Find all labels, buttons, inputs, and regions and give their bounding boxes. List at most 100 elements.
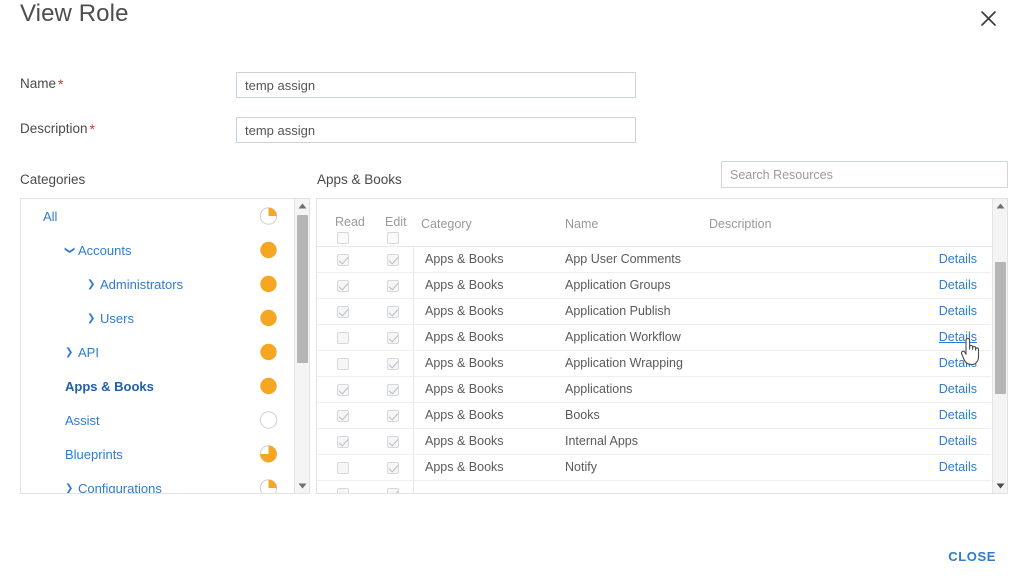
cell-name: Application Wrapping <box>565 356 683 370</box>
category-item-api[interactable]: ❯ API <box>21 335 292 369</box>
required-asterisk: * <box>89 121 95 137</box>
table-row[interactable]: Apps & Books Application Wrapping Details <box>317 351 991 377</box>
table-scroll-up-arrow[interactable] <box>993 199 1007 213</box>
edit-checkbox[interactable] <box>387 384 399 396</box>
cell-name: Application Workflow <box>565 330 681 344</box>
scroll-down-arrow[interactable] <box>295 479 309 493</box>
category-item-blueprints[interactable]: Blueprints <box>21 437 292 471</box>
table-body: Apps & Books App User Comments Details Apps… <box>317 247 991 493</box>
chevron-down-icon[interactable]: ❯ <box>64 246 75 255</box>
read-checkbox[interactable] <box>337 384 349 396</box>
chevron-right-icon[interactable]: ❯ <box>87 279 96 290</box>
column-header-edit: Edit <box>385 215 407 229</box>
details-link[interactable]: Details <box>939 278 977 292</box>
table-row[interactable]: Apps & Books App User Comments Details <box>317 247 991 273</box>
details-link[interactable]: Details <box>939 408 977 422</box>
cell-name: Internal Apps <box>565 434 638 448</box>
select-all-edit-checkbox[interactable] <box>387 232 399 244</box>
read-checkbox[interactable] <box>337 436 349 448</box>
chevron-right-icon[interactable]: ❯ <box>87 313 96 324</box>
column-divider <box>413 403 414 428</box>
details-link[interactable]: Details <box>939 252 977 266</box>
category-permission-pie-icon <box>259 343 278 362</box>
read-checkbox[interactable] <box>337 254 349 266</box>
required-asterisk: * <box>58 76 64 92</box>
table-scroll-down-arrow[interactable] <box>993 479 1007 493</box>
category-item-users[interactable]: ❯ Users <box>21 301 292 335</box>
scroll-up-arrow[interactable] <box>295 199 309 213</box>
details-link[interactable]: Details <box>939 460 977 474</box>
category-item-label: Apps & Books <box>65 378 154 394</box>
search-input[interactable] <box>721 161 1008 188</box>
cell-category: Apps & Books <box>425 434 504 448</box>
edit-checkbox[interactable] <box>387 488 399 493</box>
edit-checkbox[interactable] <box>387 306 399 318</box>
category-item-all[interactable]: All <box>21 199 292 233</box>
category-item-label: Administrators <box>100 276 184 292</box>
read-checkbox[interactable] <box>337 332 349 344</box>
column-divider <box>413 481 414 493</box>
cell-category: Apps & Books <box>425 252 504 266</box>
column-header-name: Name <box>565 217 599 231</box>
categories-scroll-thumb[interactable] <box>297 215 308 363</box>
category-item-label: Configurations <box>78 480 162 494</box>
read-checkbox[interactable] <box>337 462 349 474</box>
category-permission-pie-icon <box>259 275 278 294</box>
category-item-apps-books[interactable]: Apps & Books <box>21 369 292 403</box>
table-row[interactable]: Apps & Books Books Details <box>317 403 991 429</box>
resources-section-label: Apps & Books <box>317 172 402 187</box>
edit-checkbox[interactable] <box>387 462 399 474</box>
category-item-accounts[interactable]: ❯ Accounts <box>21 233 292 267</box>
form-row-description: Description * <box>0 117 1014 145</box>
cell-name: Application Groups <box>565 278 671 292</box>
category-item-label: Accounts <box>78 242 132 258</box>
cell-category: Apps & Books <box>425 356 504 370</box>
categories-panel: All ❯ Accounts ❯ Administrators ❯ Users ❯ API App… <box>20 198 310 494</box>
read-checkbox[interactable] <box>337 410 349 422</box>
description-label-text: Description <box>20 121 88 136</box>
details-link[interactable]: Details <box>939 330 977 344</box>
select-all-read-checkbox[interactable] <box>337 232 349 244</box>
categories-scrollbar[interactable] <box>294 199 309 493</box>
edit-checkbox[interactable] <box>387 332 399 344</box>
name-input[interactable] <box>236 72 636 98</box>
edit-checkbox[interactable] <box>387 436 399 448</box>
table-row[interactable]: Apps & Books Application Groups Details <box>317 273 991 299</box>
table-row[interactable] <box>317 481 991 493</box>
close-button[interactable]: CLOSE <box>948 549 996 564</box>
categories-list: All ❯ Accounts ❯ Administrators ❯ Users ❯ API App… <box>21 199 292 494</box>
category-item-assist[interactable]: Assist <box>21 403 292 437</box>
details-link[interactable]: Details <box>939 356 977 370</box>
edit-checkbox[interactable] <box>387 410 399 422</box>
table-row[interactable]: Apps & Books Application Workflow Details <box>317 325 991 351</box>
page-title: View Role <box>20 0 129 27</box>
table-row[interactable]: Apps & Books Application Publish Details <box>317 299 991 325</box>
description-input[interactable] <box>236 117 636 143</box>
category-permission-pie-icon <box>259 377 278 396</box>
edit-checkbox[interactable] <box>387 280 399 292</box>
chevron-right-icon[interactable]: ❯ <box>65 483 74 494</box>
read-checkbox[interactable] <box>337 488 349 493</box>
category-item-label: API <box>78 344 99 360</box>
name-label: Name * <box>20 75 64 92</box>
table-scrollbar[interactable] <box>992 199 1007 493</box>
read-checkbox[interactable] <box>337 358 349 370</box>
table-row[interactable]: Apps & Books Applications Details <box>317 377 991 403</box>
details-link[interactable]: Details <box>939 304 977 318</box>
close-icon[interactable] <box>974 4 1002 32</box>
form-row-name: Name * <box>0 72 1014 100</box>
table-scroll-thumb[interactable] <box>995 262 1006 394</box>
category-item-label: Assist <box>65 412 100 428</box>
details-link[interactable]: Details <box>939 434 977 448</box>
edit-checkbox[interactable] <box>387 358 399 370</box>
read-checkbox[interactable] <box>337 280 349 292</box>
details-link[interactable]: Details <box>939 382 977 396</box>
category-item-administrators[interactable]: ❯ Administrators <box>21 267 292 301</box>
category-item-configurations[interactable]: ❯ Configurations <box>21 471 292 494</box>
cell-category: Apps & Books <box>425 408 504 422</box>
chevron-right-icon[interactable]: ❯ <box>65 347 74 358</box>
read-checkbox[interactable] <box>337 306 349 318</box>
table-row[interactable]: Apps & Books Notify Details <box>317 455 991 481</box>
edit-checkbox[interactable] <box>387 254 399 266</box>
table-row[interactable]: Apps & Books Internal Apps Details <box>317 429 991 455</box>
